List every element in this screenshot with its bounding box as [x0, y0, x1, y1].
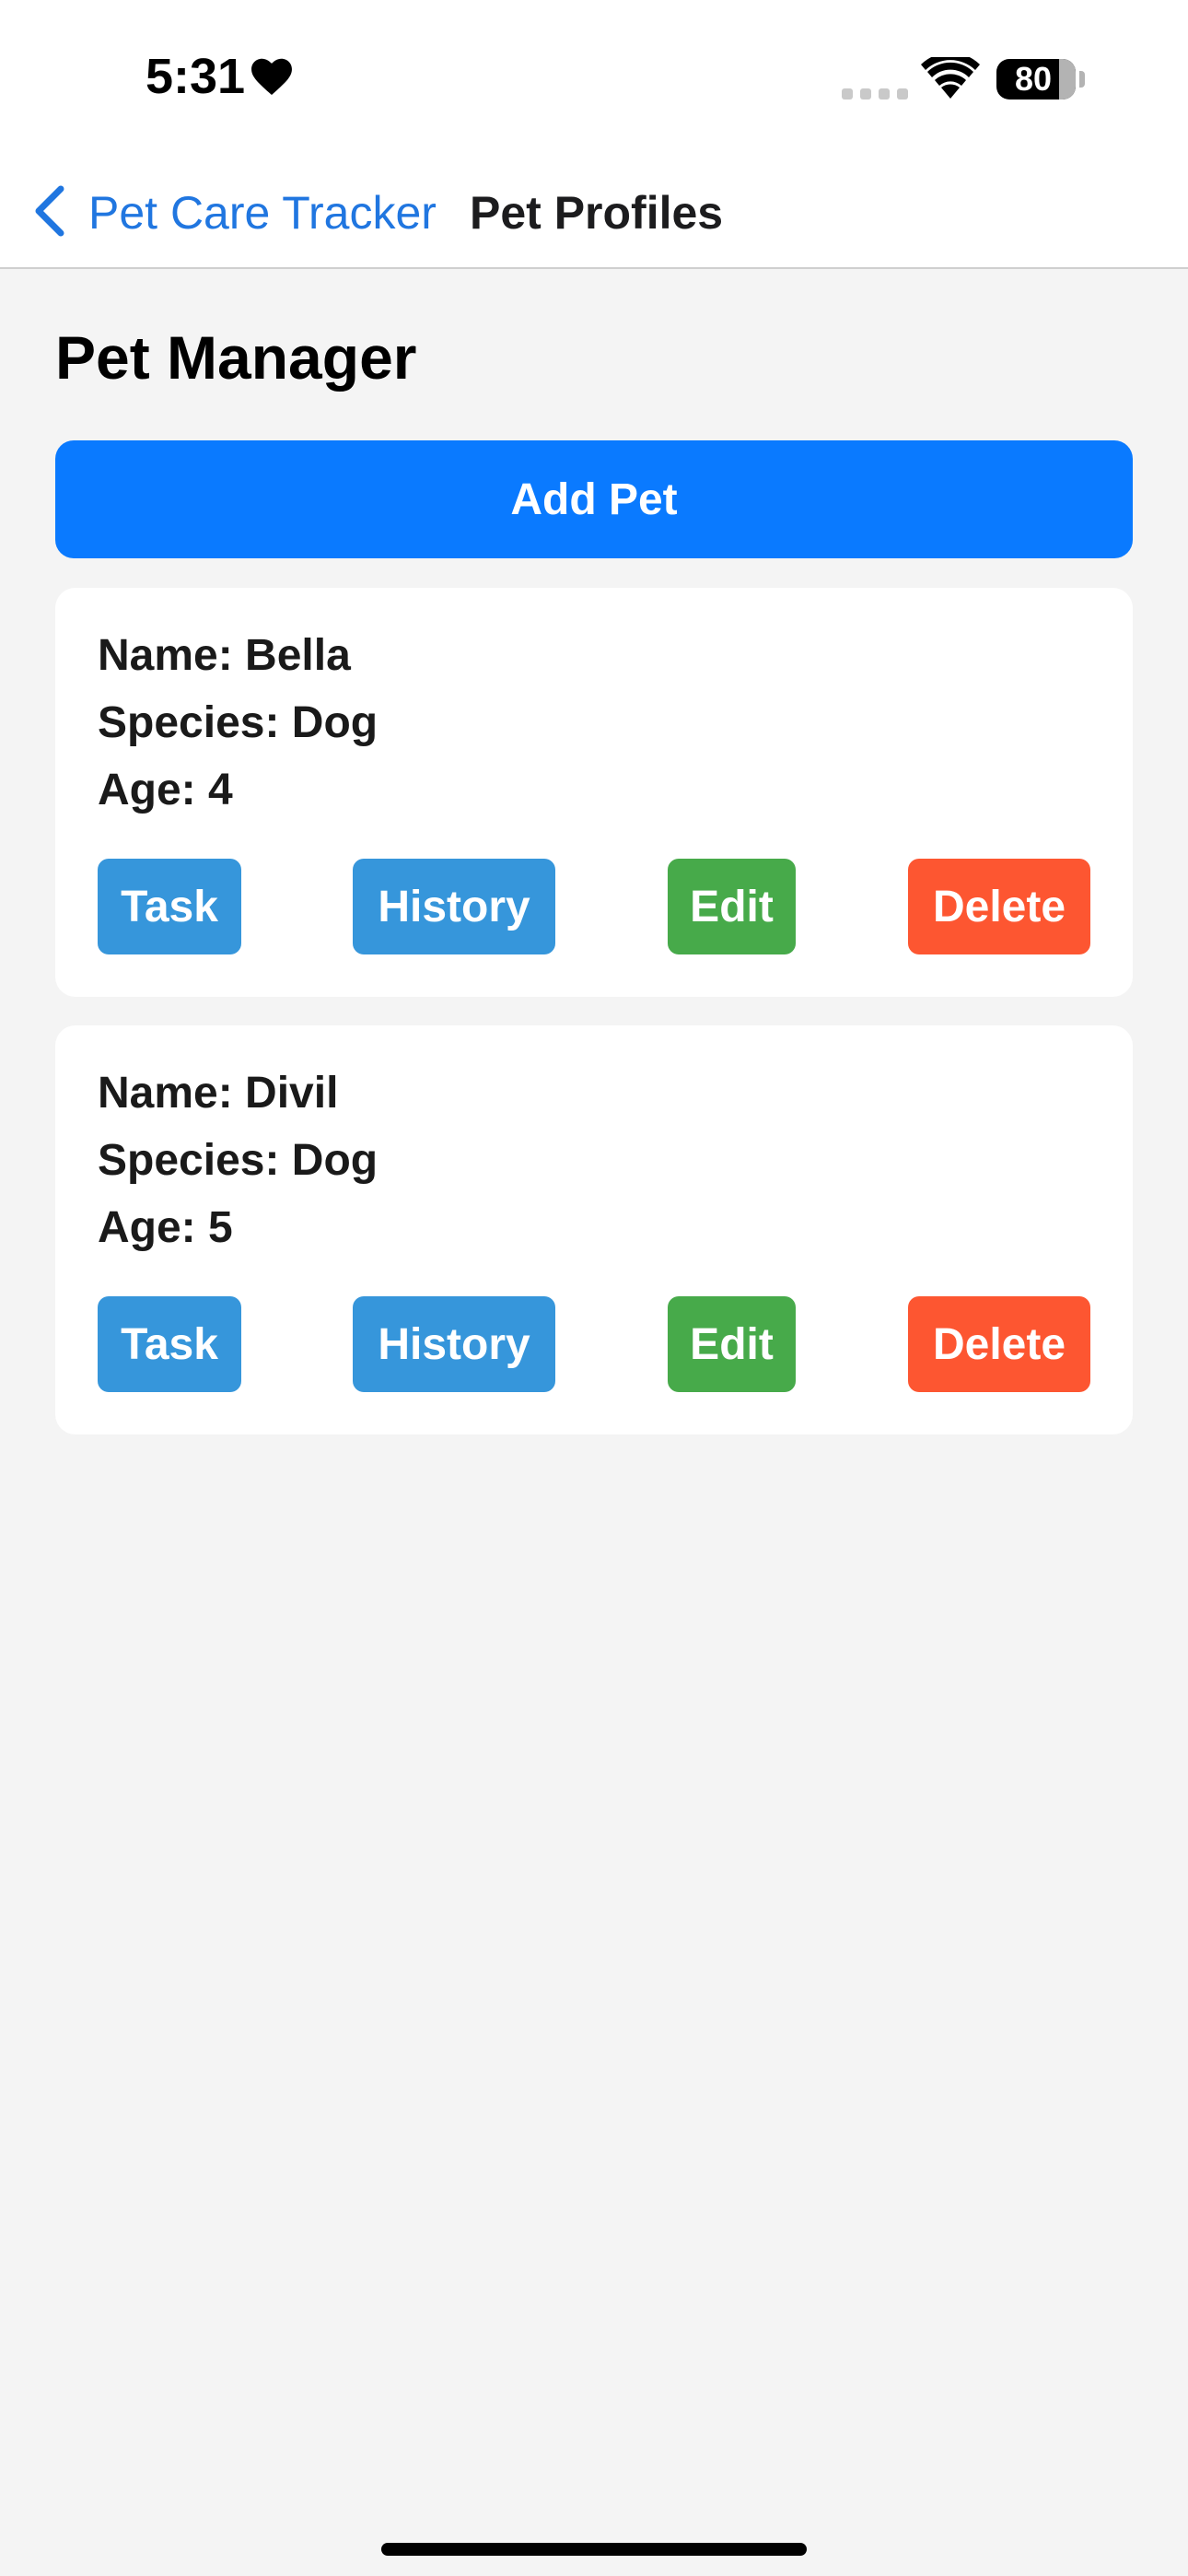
pet-age: Age: 4 — [98, 766, 233, 814]
pet-name: Name: Divil — [98, 1069, 339, 1118]
pet-name: Name: Bella — [98, 631, 351, 680]
chevron-left-icon — [31, 183, 66, 243]
add-pet-button[interactable]: Add Pet — [55, 440, 1133, 558]
time-label: 5:31 — [146, 49, 246, 104]
task-button[interactable]: Task — [98, 1296, 241, 1392]
history-button[interactable]: History — [353, 859, 555, 954]
edit-button[interactable]: Edit — [668, 859, 796, 954]
edit-button[interactable]: Edit — [668, 1296, 796, 1392]
delete-button[interactable]: Delete — [908, 859, 1090, 954]
delete-button[interactable]: Delete — [908, 1296, 1090, 1392]
back-button[interactable]: Pet Care Tracker — [31, 182, 437, 243]
battery-cap — [1079, 71, 1085, 88]
task-button[interactable]: Task — [98, 859, 241, 954]
status-time: 5:31 — [146, 48, 293, 105]
signal-icon — [842, 88, 908, 100]
nav-title: Pet Profiles — [470, 187, 724, 239]
battery-percent: 80 — [1014, 60, 1053, 98]
heart-icon — [250, 57, 293, 96]
wifi-icon — [921, 53, 980, 104]
pet-card: Name: Bella Species: Dog Age: 4 Task His… — [55, 588, 1133, 997]
page-title: Pet Manager — [55, 323, 417, 392]
pet-species: Species: Dog — [98, 1136, 379, 1185]
navigation-bar: Pet Care Tracker Pet Profiles — [0, 157, 1188, 269]
pet-species: Species: Dog — [98, 698, 379, 747]
battery-icon: 80 — [996, 59, 1076, 100]
history-button[interactable]: History — [353, 1296, 555, 1392]
back-label: Pet Care Tracker — [88, 187, 437, 239]
status-bar: 5:31 80 — [0, 0, 1188, 157]
pet-age: Age: 5 — [98, 1203, 233, 1252]
home-indicator[interactable] — [381, 2543, 807, 2556]
pet-card: Name: Divil Species: Dog Age: 5 Task His… — [55, 1025, 1133, 1434]
